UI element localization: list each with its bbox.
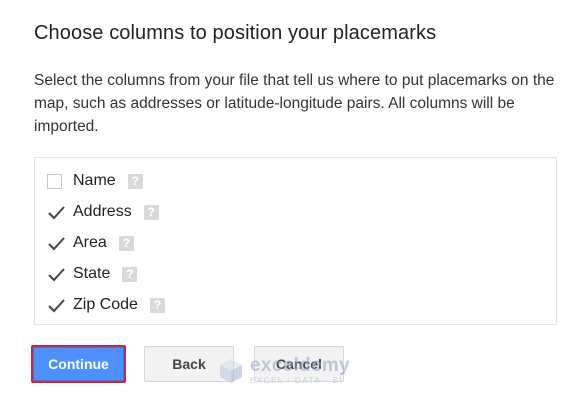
cancel-button[interactable]: Cancel [254,346,344,382]
checkmark-icon [48,205,65,219]
column-label: Zip Code [73,296,138,313]
dialog-title: Choose columns to position your placemar… [34,22,437,44]
checkmark-icon [48,267,65,281]
column-option-area[interactable]: Area ? [47,232,134,254]
choose-columns-dialog: Choose columns to position your placemar… [0,0,581,407]
columns-list: Name ? Address ? Area ? State ? Zip Code… [34,157,557,325]
back-button[interactable]: Back [144,346,234,382]
checkbox-unchecked[interactable] [47,173,62,189]
column-option-address[interactable]: Address ? [47,201,159,223]
column-label: Area [73,234,107,251]
column-label: Address [73,203,132,220]
checkbox-checked[interactable] [47,266,65,282]
help-icon[interactable]: ? [127,173,143,189]
help-icon[interactable]: ? [143,204,159,220]
checkmark-icon [48,236,65,250]
checkbox-checked[interactable] [47,297,65,313]
checkbox-checked[interactable] [47,204,65,220]
checkbox-checked[interactable] [47,235,65,251]
checkmark-icon [48,298,65,312]
column-option-state[interactable]: State ? [47,263,138,285]
continue-button[interactable]: Continue [31,345,126,383]
help-icon[interactable]: ? [149,297,165,313]
help-icon[interactable]: ? [118,235,134,251]
help-icon[interactable]: ? [122,266,138,282]
column-label: State [73,265,111,282]
column-option-zip-code[interactable]: Zip Code ? [47,294,165,316]
dialog-description: Select the columns from your file that t… [34,72,555,135]
column-option-name[interactable]: Name ? [47,170,143,192]
column-label: Name [73,172,116,189]
